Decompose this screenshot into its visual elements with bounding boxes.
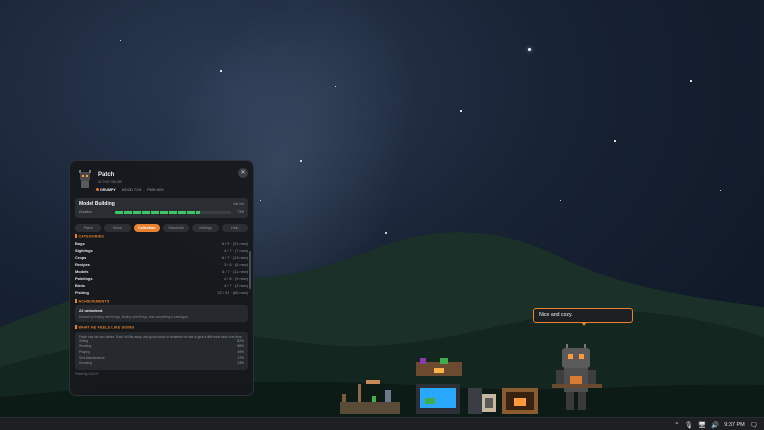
activity-progress-fill: [115, 211, 200, 214]
tab-wardrobe[interactable]: Wardrobe: [162, 224, 190, 232]
star: [120, 40, 121, 41]
activity-title: Model Building: [79, 201, 115, 207]
category-row[interactable]: Fishing 22 / 31 · (66 new): [75, 289, 248, 296]
notification-icon[interactable]: 🗨: [750, 421, 758, 429]
feels-heading: WHAT HE FEELS LIKE DOING: [75, 325, 248, 330]
star: [720, 190, 721, 191]
pet-avatar: [79, 170, 91, 188]
achievements-note: Earned by finding new things, finding ra…: [79, 315, 189, 319]
activity-card: Model Building Idle left Duration 73%: [75, 198, 248, 218]
scrollbar[interactable]: [249, 251, 251, 289]
star: [528, 48, 531, 51]
pet-name: Patch: [98, 172, 115, 178]
system-tray: ⌃ 🎙 🖥 🔊 9:37 PM 🗨: [674, 418, 758, 430]
close-icon[interactable]: ✕: [238, 168, 248, 178]
tab-patch[interactable]: Patch: [75, 224, 102, 232]
network-icon[interactable]: 🖥: [698, 421, 706, 429]
star: [560, 200, 561, 201]
chevron-up-icon[interactable]: ⌃: [674, 421, 679, 429]
tab-help[interactable]: Help: [221, 224, 248, 232]
speaker-icon[interactable]: 🔊: [711, 421, 719, 429]
activity-duration-label: Duration: [79, 210, 92, 214]
feels-card: Patch has his own tastes. Each hit lifts…: [75, 331, 248, 370]
category-row[interactable]: Sightings 4 / 7 · (7 new): [75, 247, 248, 254]
clock[interactable]: 9:37 PM: [724, 422, 744, 428]
mood-badge: GRUMPY: [96, 188, 116, 192]
speech-bubble: Nice and cozy.: [533, 308, 633, 326]
activity-progress-bar: [115, 211, 231, 214]
panel-header: Patch ACTIVE ONLINE ✕ GRUMPY MOOD 71% PW…: [70, 161, 253, 194]
feels-row: Smoking 13%: [79, 361, 244, 366]
star: [300, 160, 302, 162]
activity-percent: 73%: [237, 210, 244, 214]
fireplace-painting: [502, 388, 538, 414]
star: [460, 110, 462, 112]
star: [220, 70, 222, 72]
plant-shelf: [416, 358, 462, 376]
tab-settings[interactable]: Settings: [192, 224, 219, 232]
pet-tags: GRUMPY MOOD 71% PWR 46%: [96, 188, 164, 192]
star: [614, 140, 616, 142]
workbench: [340, 380, 400, 414]
taskbar: ⌃ 🎙 🖥 🔊 9:37 PM 🗨: [0, 417, 764, 430]
mic-icon[interactable]: 🎙: [685, 421, 693, 429]
pet-meta-2: PWR 46%: [147, 188, 164, 192]
achievements-heading: ACHIEVEMENTS: [75, 299, 248, 303]
category-row[interactable]: Models 6 / 7 · (11 new): [75, 268, 248, 275]
pet-meta: MOOD 71%: [121, 188, 142, 192]
achievements-card: 22 unlocked. Earned by finding new thing…: [75, 305, 248, 322]
star: [690, 80, 692, 82]
category-row[interactable]: Recipes 3 / 8 · (6 new): [75, 261, 248, 268]
category-row[interactable]: Crops 6 / 7 · (13 new): [75, 254, 248, 261]
pet-panel: Patch ACTIVE ONLINE ✕ GRUMPY MOOD 71% PW…: [69, 160, 254, 396]
tv-monitor: [416, 384, 460, 414]
robot-pet[interactable]: [552, 344, 602, 410]
achievements-count: 22 unlocked.: [79, 308, 104, 313]
category-row[interactable]: Birds 4 / 7 · (3 new): [75, 282, 248, 289]
tab-mood[interactable]: Mood: [104, 224, 131, 232]
feels-description: Patch has his own tastes. Each hit lifts…: [79, 334, 243, 339]
mood-dot-icon: [96, 188, 99, 191]
tab-bar: Patch Mood Collection Wardrobe Settings …: [75, 224, 248, 232]
activity-state: Idle left: [233, 202, 244, 206]
version-footer: Patching v0.6.97: [75, 371, 99, 376]
star: [335, 86, 336, 87]
category-row[interactable]: Bugs 6 / 9 · (21 new): [75, 240, 248, 247]
category-list: Bugs 6 / 9 · (21 new) Sightings 4 / 7 · (7…: [75, 240, 248, 296]
star: [260, 200, 261, 201]
category-row[interactable]: Paintings 4 / 8 · (9 new): [75, 275, 248, 282]
categories-heading: CATEGORIES: [75, 234, 248, 239]
pet-room-scene: [340, 344, 602, 414]
pet-status: ACTIVE ONLINE: [98, 180, 123, 184]
tab-collection[interactable]: Collection: [133, 224, 160, 232]
terminal: [468, 388, 496, 414]
